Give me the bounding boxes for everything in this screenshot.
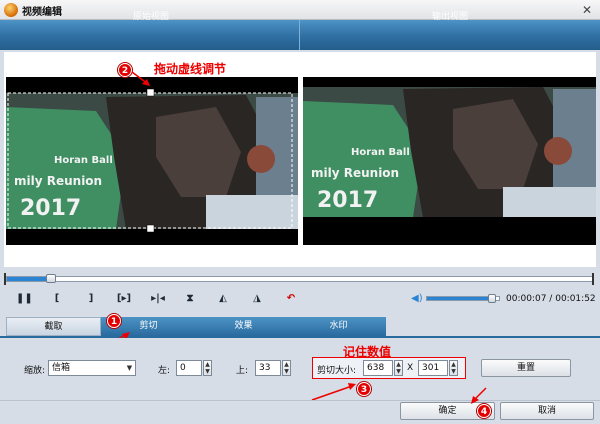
svg-text:mily Reunion: mily Reunion	[311, 166, 399, 180]
window-title: 视频编辑	[22, 7, 62, 18]
tab-watermark[interactable]: 水印	[291, 317, 386, 336]
time-readout: 00:00:07 / 00:01:52	[506, 294, 596, 304]
timeline-handle[interactable]	[46, 274, 56, 283]
timeline-end-marker[interactable]	[588, 273, 594, 285]
app-icon	[4, 3, 18, 17]
timeline-track[interactable]	[6, 276, 594, 282]
top-offset-stepper[interactable]: ▲ ▼	[282, 360, 291, 376]
svg-text:Horan Ball: Horan Ball	[351, 147, 410, 158]
cancel-button[interactable]: 取消	[500, 402, 594, 420]
annotation-badge-1: 1	[107, 314, 121, 328]
svg-text:2017: 2017	[317, 188, 378, 213]
flip-vertical-icon[interactable]: ⧗	[183, 292, 197, 306]
current-time: 00:00:07	[506, 294, 547, 304]
annotation-drag-hint: 拖动虚线调节	[154, 62, 227, 76]
zoom-select[interactable]: 信箱	[48, 360, 136, 376]
original-view-label: 原始视图	[133, 12, 170, 22]
play-selection-icon[interactable]: [▸]	[113, 292, 135, 306]
mark-in-icon[interactable]: [	[50, 292, 64, 306]
left-offset-stepper[interactable]: ▲ ▼	[203, 360, 212, 376]
left-offset-label: 左:	[158, 366, 171, 376]
time-separator: /	[549, 294, 553, 304]
volume-level	[427, 297, 493, 300]
view-header	[0, 20, 600, 50]
step-icon[interactable]: ▸|◂	[148, 292, 168, 306]
output-view-label: 输出视图	[432, 12, 469, 22]
zoom-label: 缩放:	[24, 366, 46, 376]
undo-icon[interactable]: ↶	[284, 292, 298, 306]
crop-height-input[interactable]: 301	[418, 360, 448, 376]
crop-width-stepper[interactable]: ▲ ▼	[394, 360, 403, 376]
reset-button[interactable]: 重置	[481, 359, 571, 377]
top-offset-input[interactable]: 33	[255, 360, 281, 376]
mark-out-icon[interactable]: ]	[84, 292, 98, 306]
crop-size-label: 剪切大小:	[317, 366, 357, 376]
crop-size-separator: X	[407, 363, 414, 373]
volume-icon[interactable]: ◀)	[411, 293, 423, 305]
timeline-start-marker[interactable]	[4, 273, 10, 285]
rotate-right-icon[interactable]: ◮	[250, 292, 264, 306]
original-video-frame[interactable]: mily Reunion 2017 Horan Ball	[6, 77, 298, 245]
pause-icon[interactable]: ❚❚	[16, 292, 33, 306]
view-header-divider	[299, 20, 300, 50]
tab-extract[interactable]: 截取	[6, 317, 101, 336]
rotate-left-icon[interactable]: ◭	[216, 292, 230, 306]
output-video-frame: mily Reunion 2017 Horan Ball	[303, 77, 596, 245]
tab-effect[interactable]: 效果	[196, 317, 291, 336]
crop-width-input[interactable]: 638	[363, 360, 393, 376]
top-offset-label: 上:	[236, 366, 249, 376]
annotation-badge-4: 4	[477, 404, 491, 418]
svg-text:mily Reunion: mily Reunion	[14, 174, 102, 188]
svg-text:2017: 2017	[20, 196, 81, 221]
crop-height-stepper[interactable]: ▲ ▼	[449, 360, 458, 376]
annotation-arrow-2	[131, 71, 150, 86]
annotation-arrow-3	[311, 383, 356, 401]
svg-text:Horan Ball: Horan Ball	[54, 155, 113, 166]
chevron-down-icon[interactable]: ▼	[124, 361, 135, 375]
total-time: 00:01:52	[555, 294, 596, 304]
title-bar	[0, 0, 600, 20]
volume-handle[interactable]	[488, 294, 496, 303]
close-icon[interactable]: ✕	[578, 2, 596, 18]
left-offset-input[interactable]: 0	[176, 360, 202, 376]
timeline-progress	[7, 277, 51, 281]
annotation-arrow-4	[471, 387, 487, 404]
